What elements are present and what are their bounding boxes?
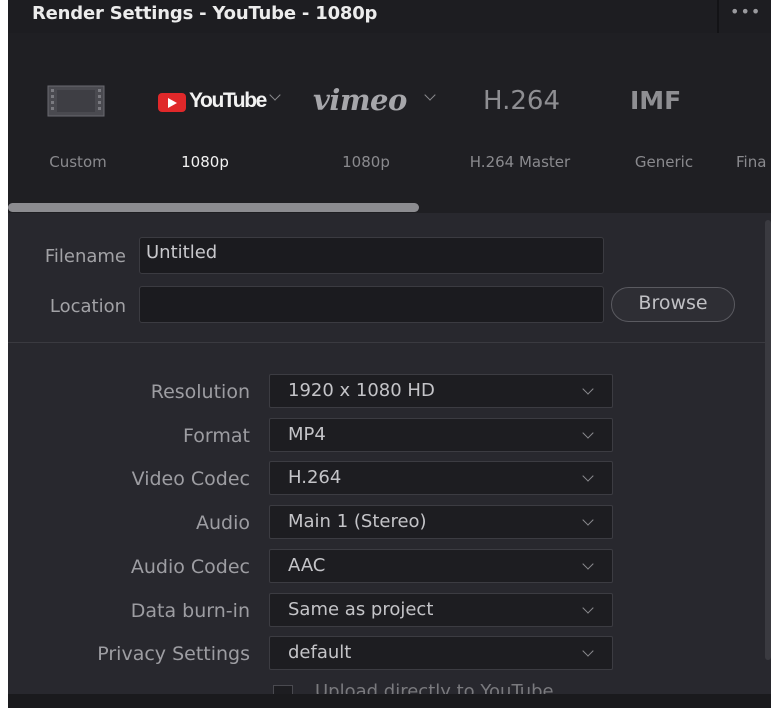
data-burn-in-dropdown[interactable]: Same as project: [269, 593, 613, 627]
youtube-logo-text: YouTube: [189, 89, 267, 112]
chevron-down-icon: [582, 427, 594, 439]
preset-label: 1080p: [342, 153, 390, 171]
preset-custom[interactable]: Custom: [28, 33, 128, 203]
preset-h264[interactable]: H.264 H.264 Master: [460, 33, 580, 203]
section-divider: [8, 342, 765, 343]
panel-title: Render Settings - YouTube - 1080p: [32, 3, 378, 24]
filename-input[interactable]: Untitled: [139, 237, 604, 274]
imf-logo: IMF: [614, 83, 714, 123]
resolution-dropdown[interactable]: 1920 x 1080 HD: [269, 374, 613, 408]
dropdown-value: 1920 x 1080 HD: [288, 380, 435, 401]
dropdown-value: Main 1 (Stereo): [288, 511, 427, 532]
imf-logo-text: IMF: [630, 86, 682, 115]
preset-scrollbar[interactable]: [8, 203, 419, 212]
h264-logo-text: H.264: [483, 86, 560, 116]
audio-dropdown[interactable]: Main 1 (Stereo): [269, 505, 613, 539]
preset-imf[interactable]: IMF Generic: [614, 33, 714, 203]
chevron-down-icon: [582, 558, 594, 570]
format-dropdown[interactable]: MP4: [269, 418, 613, 452]
vimeo-logo: vimeo: [313, 83, 443, 123]
preset-label: Custom: [49, 153, 107, 171]
youtube-play-icon: [158, 93, 186, 112]
preset-label: Fina: [736, 153, 767, 171]
more-options-button[interactable]: •••: [730, 2, 761, 21]
chevron-down-icon: [582, 645, 594, 657]
dropdown-value: Same as project: [288, 599, 434, 620]
video-codec-label: Video Codec: [131, 468, 250, 490]
preset-label: H.264 Master: [469, 153, 571, 171]
chevron-down-icon: [582, 383, 594, 395]
preset-final[interactable]: Fina: [730, 33, 771, 203]
dropdown-value: default: [288, 642, 352, 663]
audio-codec-dropdown[interactable]: AAC: [269, 549, 613, 583]
dropdown-value: MP4: [288, 424, 326, 445]
h264-logo: H.264: [460, 83, 580, 123]
video-codec-dropdown[interactable]: H.264: [269, 461, 613, 495]
chevron-down-icon: [582, 602, 594, 614]
preset-vimeo[interactable]: vimeo 1080p: [313, 33, 443, 203]
vertical-scrollbar[interactable]: [765, 220, 771, 660]
location-label: Location: [49, 296, 126, 317]
title-separator: [717, 0, 719, 33]
chevron-down-icon: [582, 470, 594, 482]
browse-button[interactable]: Browse: [611, 287, 735, 322]
title-bar: Render Settings - YouTube - 1080p •••: [8, 0, 771, 33]
chevron-down-icon: [269, 89, 281, 101]
preset-label: 1080p: [181, 153, 229, 171]
privacy-settings-label: Privacy Settings: [97, 643, 250, 665]
audio-codec-label: Audio Codec: [130, 556, 250, 578]
preset-strip: Custom YouTube 1080p vimeo 1080p H.264 H…: [8, 33, 771, 213]
film-strip-icon: [28, 83, 128, 123]
filename-label: Filename: [44, 246, 126, 267]
preset-label: Generic: [634, 153, 694, 171]
preset-youtube[interactable]: YouTube 1080p: [158, 33, 288, 203]
chevron-down-icon: [582, 514, 594, 526]
audio-label: Audio: [195, 512, 250, 534]
location-input[interactable]: [139, 286, 604, 323]
chevron-down-icon: [424, 89, 436, 101]
render-settings-panel: Render Settings - YouTube - 1080p ••• Cu…: [8, 0, 771, 708]
dropdown-value: AAC: [288, 555, 326, 576]
dropdown-value: H.264: [288, 467, 342, 488]
bottom-bar: [8, 694, 771, 708]
vimeo-logo-text: vimeo: [313, 83, 407, 117]
format-label: Format: [183, 425, 250, 447]
resolution-label: Resolution: [150, 381, 250, 403]
data-burn-in-label: Data burn-in: [130, 600, 250, 622]
privacy-settings-dropdown[interactable]: default: [269, 636, 613, 670]
youtube-logo: YouTube: [158, 83, 288, 123]
